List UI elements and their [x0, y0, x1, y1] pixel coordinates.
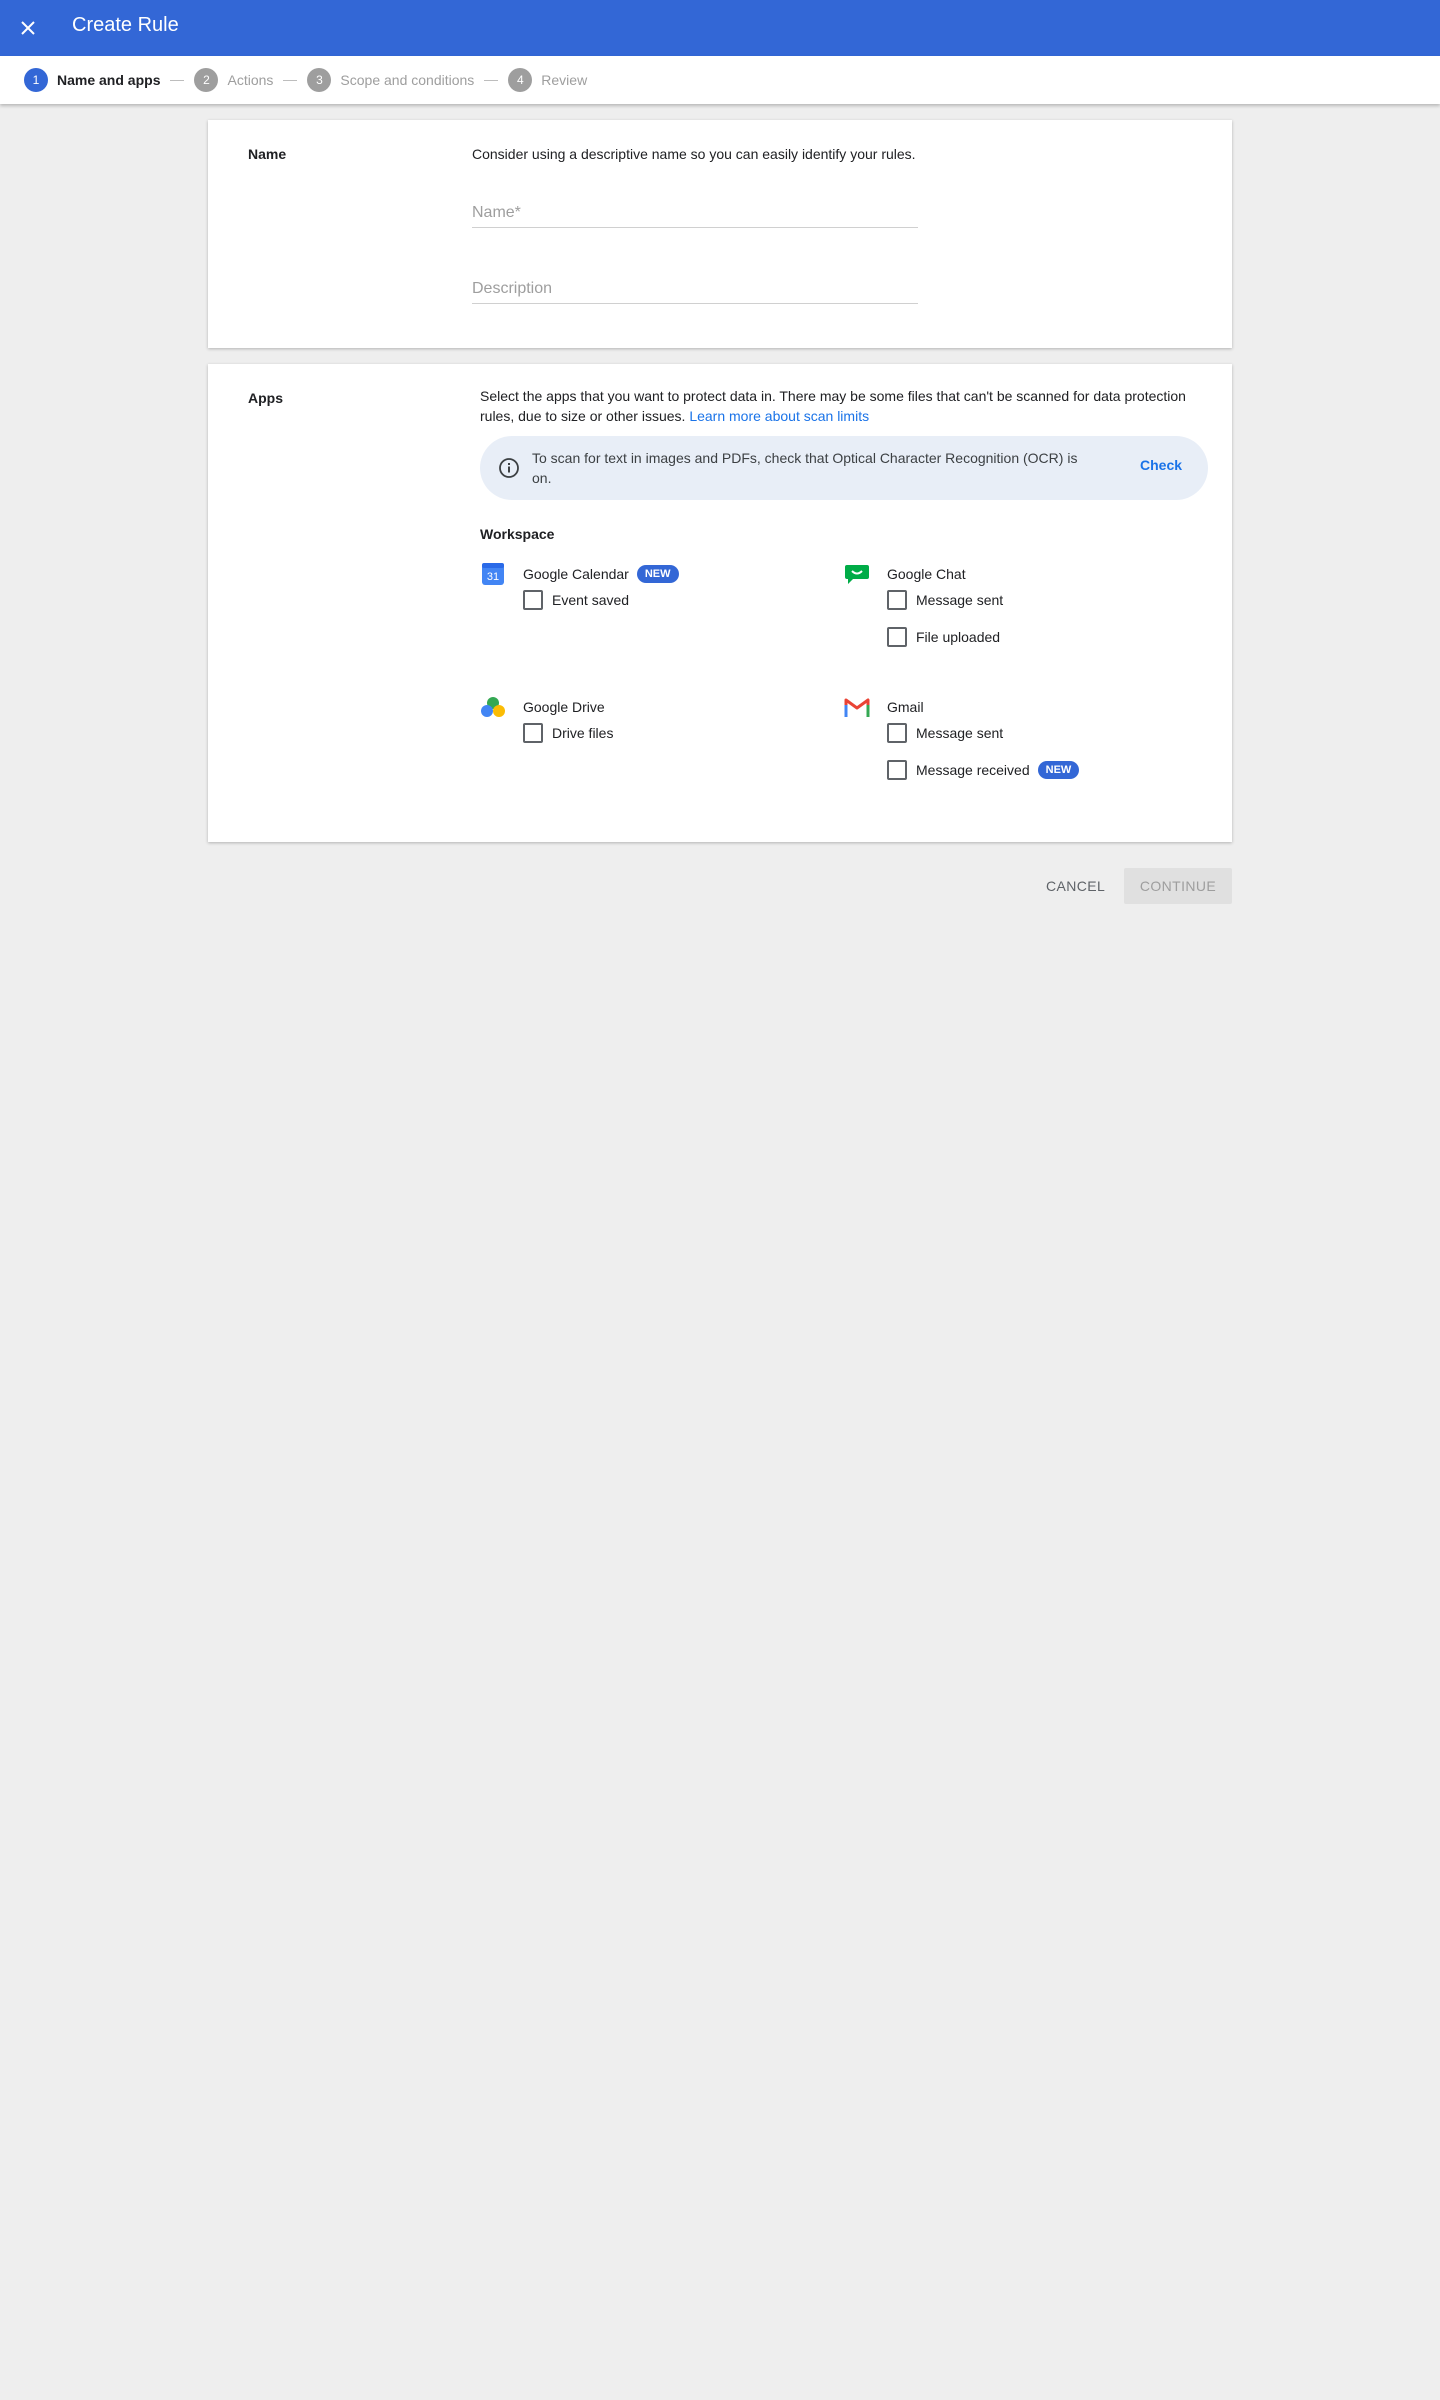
option-label: Message sent — [916, 725, 1004, 741]
name-section-label: Name — [248, 146, 287, 162]
step-label: Name and apps — [57, 72, 161, 88]
ocr-banner: To scan for text in images and PDFs, che… — [480, 436, 1208, 500]
close-icon — [21, 21, 35, 35]
option-label: Drive files — [552, 725, 614, 741]
learn-more-link[interactable]: Learn more about scan limits — [689, 408, 869, 424]
ocr-banner-text: To scan for text in images and PDFs, che… — [532, 450, 1078, 486]
option-label: File uploaded — [916, 629, 1001, 645]
app-header: Google Chat — [844, 560, 966, 588]
app-header: Gmail — [844, 693, 924, 721]
app-name: Google Drive — [523, 699, 605, 715]
checkbox[interactable] — [523, 590, 543, 610]
app-name: Google Calendar — [523, 566, 629, 582]
app-header: 31 Google Calendar NEW — [480, 560, 679, 588]
step-number: 1 — [24, 68, 48, 92]
step-actions[interactable]: 2 Actions — [194, 68, 273, 92]
app-header: Google Drive — [480, 693, 605, 721]
google-chat-icon — [844, 561, 870, 587]
name-card: Name Consider using a descriptive name s… — [208, 120, 1232, 348]
google-calendar-icon: 31 — [480, 561, 506, 587]
option-label: Event saved — [552, 592, 630, 608]
workspace-label: Workspace — [480, 526, 555, 542]
step-name-and-apps[interactable]: 1 Name and apps — [24, 68, 160, 92]
gmail-message-sent-option[interactable]: Message sent — [887, 722, 1003, 744]
option-label: Message sent — [916, 592, 1004, 608]
app-name: Google Chat — [887, 566, 966, 582]
cancel-button[interactable]: CANCEL — [1032, 868, 1119, 904]
step-label: Review — [541, 72, 588, 88]
chat-file-uploaded-option[interactable]: File uploaded — [887, 626, 1000, 648]
checkbox[interactable] — [887, 627, 907, 647]
step-label: Scope and conditions — [340, 72, 475, 88]
checkbox[interactable] — [523, 723, 543, 743]
checkbox[interactable] — [887, 723, 907, 743]
continue-button[interactable]: CONTINUE — [1124, 868, 1232, 904]
ocr-check-button[interactable]: Check — [1140, 457, 1182, 473]
google-drive-icon — [480, 694, 506, 720]
name-field — [472, 198, 918, 228]
name-hint: Consider using a descriptive name so you… — [472, 146, 916, 162]
gmail-message-received-option[interactable]: Message received NEW — [887, 759, 1080, 781]
top-app-bar: Create Rule — [0, 0, 1440, 56]
new-badge: NEW — [1037, 761, 1080, 779]
calendar-icon-text: 31 — [487, 571, 499, 583]
name-input[interactable] — [472, 198, 918, 227]
gmail-icon — [844, 694, 870, 720]
step-divider — [484, 79, 499, 81]
step-label: Actions — [227, 72, 274, 88]
step-review[interactable]: 4 Review — [508, 68, 587, 92]
apps-description: Select the apps that you want to protect… — [480, 386, 1200, 426]
drive-files-option[interactable]: Drive files — [523, 722, 613, 744]
step-number: 4 — [508, 68, 533, 92]
apps-card: Apps Select the apps that you want to pr… — [208, 364, 1232, 842]
step-number: 2 — [194, 68, 219, 92]
apps-section-label: Apps — [248, 390, 283, 406]
new-badge: NEW — [636, 565, 679, 583]
step-divider — [283, 79, 298, 81]
step-number: 3 — [307, 68, 332, 92]
description-input[interactable] — [472, 274, 918, 303]
chat-message-sent-option[interactable]: Message sent — [887, 589, 1003, 611]
stepper: 1 Name and apps 2 Actions 3 Scope and co… — [0, 56, 1440, 104]
option-label: Message received — [916, 762, 1030, 778]
info-icon — [499, 458, 519, 478]
checkbox[interactable] — [887, 760, 907, 780]
checkbox[interactable] — [887, 590, 907, 610]
step-scope-and-conditions[interactable]: 3 Scope and conditions — [307, 68, 474, 92]
page-title: Create Rule — [72, 14, 179, 36]
description-field — [472, 274, 918, 304]
app-name: Gmail — [887, 699, 924, 715]
calendar-event-saved-option[interactable]: Event saved — [523, 589, 629, 611]
step-divider — [170, 79, 185, 81]
close-button[interactable] — [12, 12, 44, 44]
